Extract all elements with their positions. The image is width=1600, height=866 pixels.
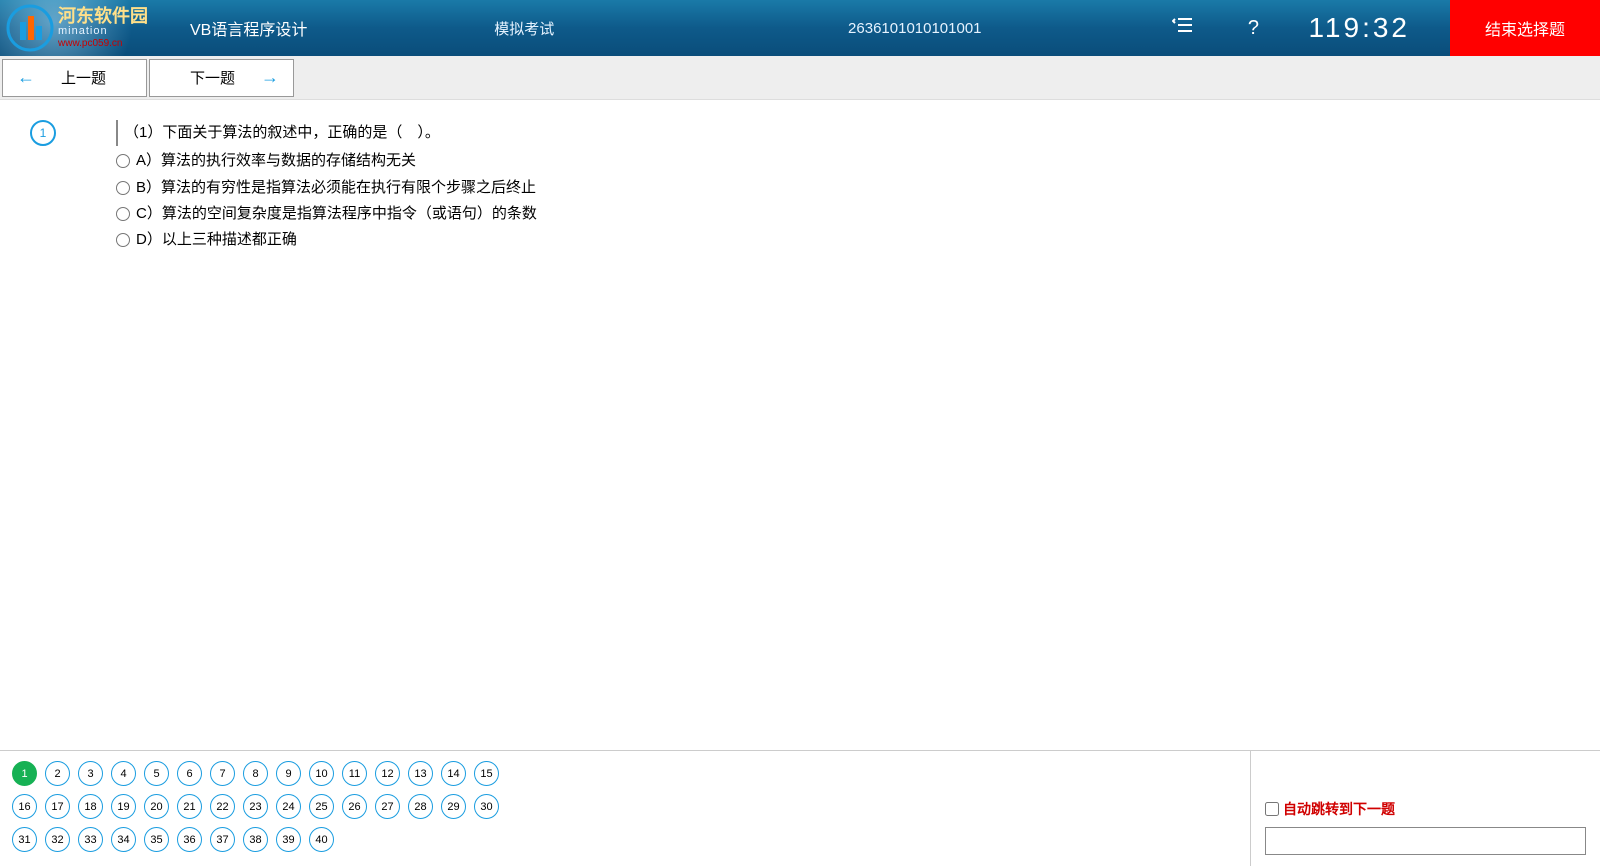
answer-input-box[interactable] xyxy=(1265,827,1586,855)
question-nav-13[interactable]: 13 xyxy=(408,761,433,786)
auto-jump-checkbox-label[interactable]: 自动跳转到下一题 xyxy=(1265,799,1586,819)
bottom-navigator: 1234567891011121314151617181920212223242… xyxy=(0,750,1600,866)
list-icon[interactable] xyxy=(1168,16,1198,40)
question-nav-23[interactable]: 23 xyxy=(243,794,268,819)
question-nav-25[interactable]: 25 xyxy=(309,794,334,819)
question-nav-4[interactable]: 4 xyxy=(111,761,136,786)
question-nav-7[interactable]: 7 xyxy=(210,761,235,786)
app-logo-icon xyxy=(6,4,54,52)
question-nav-20[interactable]: 20 xyxy=(144,794,169,819)
option-d-text: D）以上三种描述都正确 xyxy=(136,227,297,253)
option-d[interactable]: D）以上三种描述都正确 xyxy=(116,227,537,253)
question-nav-40[interactable]: 40 xyxy=(309,827,334,852)
question-nav-1[interactable]: 1 xyxy=(12,761,37,786)
question-nav-19[interactable]: 19 xyxy=(111,794,136,819)
question-nav-10[interactable]: 10 xyxy=(309,761,334,786)
end-exam-button[interactable]: 结束选择题 xyxy=(1450,0,1600,56)
question-nav-33[interactable]: 33 xyxy=(78,827,103,852)
question-nav-22[interactable]: 22 xyxy=(210,794,235,819)
prev-label: 上一题 xyxy=(61,67,106,88)
question-nav-5[interactable]: 5 xyxy=(144,761,169,786)
question-nav-18[interactable]: 18 xyxy=(78,794,103,819)
exam-mode-label: 模拟考试 xyxy=(494,18,554,39)
option-c-text: C）算法的空间复杂度是指算法程序中指令（或语句）的条数 xyxy=(136,201,537,227)
auto-jump-text: 自动跳转到下一题 xyxy=(1283,799,1395,819)
subject-title: VB语言程序设计 xyxy=(190,16,307,40)
option-c[interactable]: C）算法的空间复杂度是指算法程序中指令（或语句）的条数 xyxy=(116,201,537,227)
help-icon[interactable]: ? xyxy=(1238,17,1268,40)
arrow-left-icon: ← xyxy=(17,67,35,88)
question-nav-37[interactable]: 37 xyxy=(210,827,235,852)
question-nav-21[interactable]: 21 xyxy=(177,794,202,819)
question-nav-24[interactable]: 24 xyxy=(276,794,301,819)
question-number-badge: 1 xyxy=(30,120,56,146)
logo-title: 河东软件园 xyxy=(58,7,148,25)
option-a-text: A）算法的执行效率与数据的存储结构无关 xyxy=(136,148,416,174)
option-a[interactable]: A）算法的执行效率与数据的存储结构无关 xyxy=(116,148,537,174)
prev-question-button[interactable]: ← 上一题 xyxy=(2,59,147,97)
arrow-right-icon: → xyxy=(261,67,279,88)
question-nav-15[interactable]: 15 xyxy=(474,761,499,786)
logo-area: 河东软件园 mination www.pc059.cn xyxy=(0,0,180,56)
next-label: 下一题 xyxy=(190,67,235,88)
question-nav-26[interactable]: 26 xyxy=(342,794,367,819)
question-nav-27[interactable]: 27 xyxy=(375,794,400,819)
question-nav-9[interactable]: 9 xyxy=(276,761,301,786)
question-nav-14[interactable]: 14 xyxy=(441,761,466,786)
option-b-radio[interactable] xyxy=(116,181,130,195)
question-nav-30[interactable]: 30 xyxy=(474,794,499,819)
logo-subtitle: mination xyxy=(58,25,148,38)
question-nav-36[interactable]: 36 xyxy=(177,827,202,852)
auto-jump-panel: 自动跳转到下一题 xyxy=(1250,751,1600,866)
exam-id-label: 2636101010101001 xyxy=(848,20,981,37)
question-nav-29[interactable]: 29 xyxy=(441,794,466,819)
question-nav-16[interactable]: 16 xyxy=(12,794,37,819)
question-nav-11[interactable]: 11 xyxy=(342,761,367,786)
question-nav-8[interactable]: 8 xyxy=(243,761,268,786)
question-nav-28[interactable]: 28 xyxy=(408,794,433,819)
option-a-radio[interactable] xyxy=(116,154,130,168)
question-nav-31[interactable]: 31 xyxy=(12,827,37,852)
question-stem: （1）下面关于算法的叙述中，正确的是（ ）。 xyxy=(116,120,537,146)
question-nav-17[interactable]: 17 xyxy=(45,794,70,819)
question-nav-6[interactable]: 6 xyxy=(177,761,202,786)
question-nav-32[interactable]: 32 xyxy=(45,827,70,852)
question-nav-bar: ← 上一题 下一题 → xyxy=(0,56,1600,100)
app-header: 河东软件园 mination www.pc059.cn VB语言程序设计 模拟考… xyxy=(0,0,1600,56)
question-grid: 1234567891011121314151617181920212223242… xyxy=(0,751,1250,866)
question-nav-3[interactable]: 3 xyxy=(78,761,103,786)
question-nav-35[interactable]: 35 xyxy=(144,827,169,852)
next-question-button[interactable]: 下一题 → xyxy=(149,59,294,97)
question-nav-39[interactable]: 39 xyxy=(276,827,301,852)
auto-jump-checkbox[interactable] xyxy=(1265,802,1279,816)
question-nav-2[interactable]: 2 xyxy=(45,761,70,786)
option-b-text: B）算法的有穷性是指算法必须能在执行有限个步骤之后终止 xyxy=(136,175,536,201)
option-c-radio[interactable] xyxy=(116,207,130,221)
question-nav-38[interactable]: 38 xyxy=(243,827,268,852)
question-content: 1 （1）下面关于算法的叙述中，正确的是（ ）。 A）算法的执行效率与数据的存储… xyxy=(0,100,1600,253)
logo-url: www.pc059.cn xyxy=(58,38,148,49)
option-d-radio[interactable] xyxy=(116,233,130,247)
question-nav-34[interactable]: 34 xyxy=(111,827,136,852)
countdown-timer: 119:32 xyxy=(1308,12,1410,44)
question-nav-12[interactable]: 12 xyxy=(375,761,400,786)
option-b[interactable]: B）算法的有穷性是指算法必须能在执行有限个步骤之后终止 xyxy=(116,175,537,201)
